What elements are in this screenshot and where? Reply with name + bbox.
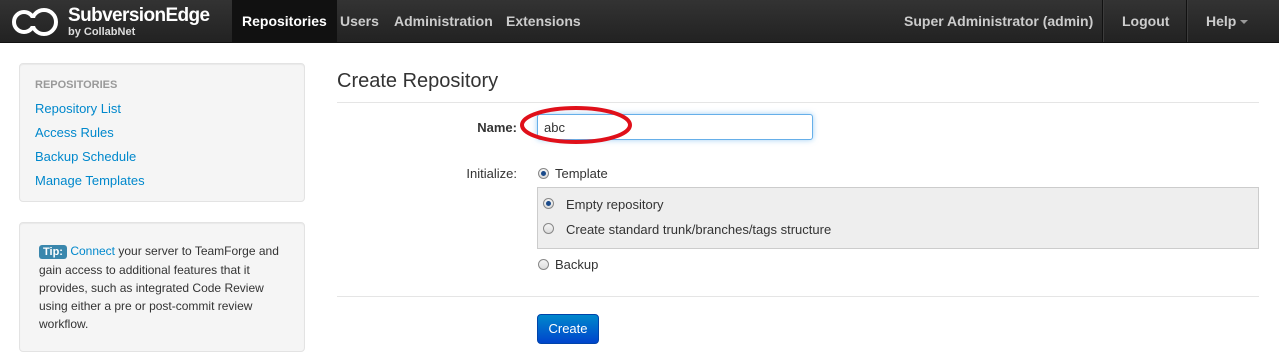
sidebar-header: REPOSITORIES [35, 79, 118, 91]
backup-radio-label[interactable]: Backup [555, 257, 598, 272]
form-actions-divider [337, 296, 1259, 297]
brand-subtitle: by CollabNet [68, 26, 136, 38]
page-title: Create Repository [337, 70, 499, 92]
sidebar-item-manage-templates[interactable]: Manage Templates [35, 173, 145, 188]
nav-extensions[interactable]: Extensions [496, 0, 591, 42]
nav-help[interactable]: Help [1196, 0, 1258, 42]
nav-user-account[interactable]: Super Administrator (admin) [894, 0, 1103, 42]
chevron-down-icon [1240, 20, 1249, 25]
empty-repository-label[interactable]: Empty repository [566, 197, 664, 212]
nav-divider [1102, 0, 1104, 42]
initialize-label: Initialize: [466, 166, 517, 181]
sidebar-item-access-rules[interactable]: Access Rules [35, 125, 114, 140]
tip-badge: Tip: [39, 245, 67, 259]
brand-name: SubversionEdge [68, 5, 210, 26]
nav-help-label: Help [1206, 13, 1237, 29]
title-divider [337, 102, 1259, 103]
repository-name-input[interactable] [537, 114, 813, 140]
nav-logout[interactable]: Logout [1112, 0, 1179, 42]
nav-administration[interactable]: Administration [384, 0, 503, 42]
empty-repository-radio[interactable] [543, 198, 554, 209]
nav-users[interactable]: Users [330, 0, 389, 42]
connect-link[interactable]: Connect [70, 244, 115, 258]
sidebar-nav: REPOSITORIES Repository List Access Rule… [19, 63, 305, 202]
tip-box: Tip: Connect your server to TeamForge an… [19, 222, 305, 352]
brand-logo[interactable]: SubversionEdge by CollabNet [10, 3, 220, 39]
template-radio-label[interactable]: Template [555, 166, 608, 181]
backup-radio[interactable] [538, 259, 549, 270]
template-radio[interactable] [538, 168, 549, 179]
standard-structure-label[interactable]: Create standard trunk/branches/tags stru… [566, 222, 831, 237]
top-navbar: SubversionEdge by CollabNet Repositories… [0, 0, 1279, 43]
sidebar-item-backup-schedule[interactable]: Backup Schedule [35, 149, 136, 164]
tip-text: Tip: Connect your server to TeamForge an… [39, 242, 289, 333]
create-button[interactable]: Create [537, 314, 599, 344]
standard-structure-radio[interactable] [543, 223, 554, 234]
nav-divider [1186, 0, 1188, 42]
nav-repositories[interactable]: Repositories [232, 0, 337, 42]
name-label: Name: [477, 120, 517, 135]
sidebar-item-repository-list[interactable]: Repository List [35, 101, 121, 116]
subversionedge-logo-icon [12, 8, 58, 36]
